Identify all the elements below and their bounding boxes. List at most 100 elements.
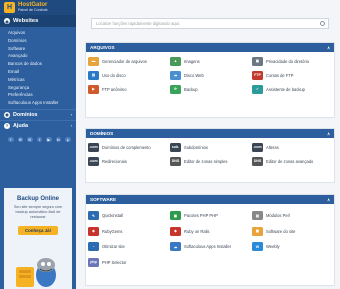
facebook-icon[interactable]: f — [8, 136, 14, 143]
tool-label: Privacidade do diretório — [266, 58, 310, 64]
pinterest-icon[interactable]: p — [65, 136, 71, 143]
tool-link[interactable]: .com Alteras — [252, 140, 334, 154]
sidebar-item-preferencias[interactable]: Preferências — [8, 91, 76, 99]
tool-icon: ▲ — [170, 56, 181, 66]
panel-header[interactable]: SOFTWARE ∧ — [86, 195, 334, 204]
tool-link[interactable]: ▲ Imagens — [170, 54, 252, 68]
sidebar-item-bancos[interactable]: Bancos de dados — [8, 60, 76, 68]
sidebar-section-dominios[interactable]: ◉ Domínios › — [0, 108, 76, 120]
panel-grid: ▬ Gerenciador de arquivos ▲ Imagens ▣ Privaci… — [86, 52, 334, 96]
tool-link[interactable]: php PHP Selector — [88, 255, 170, 271]
tool-label: Backup — [184, 86, 198, 92]
tool-link[interactable]: FTP Contas de FTP — [252, 68, 334, 82]
promo-button[interactable]: Conheça Já! — [17, 226, 59, 235]
tool-link[interactable]: ✎ Quickinstall — [88, 208, 170, 224]
panel-grid: ✎ Quickinstall ▣ Pacotes PHP PHP ▤ Módulos Pe… — [86, 204, 334, 270]
tool-icon: .com — [252, 142, 263, 152]
backup-promo: Backup Online Seu site sempre seguro com… — [4, 188, 72, 289]
panel-arquivos: ARQUIVOS ∧ ▬ Gerenciador de arquivos ▲ Imag… — [85, 42, 335, 118]
tool-icon: ☁ — [170, 242, 181, 252]
tool-icon: ▦ — [252, 226, 263, 236]
tool-icon: FTP — [252, 70, 263, 80]
sidebar-item-softaculous[interactable]: Softaculous Apps Installer — [8, 99, 76, 107]
websites-menu: Arquivos Domínios Software Avançado Banc… — [0, 27, 76, 109]
globe-icon: ◉ — [4, 111, 10, 118]
tool-link[interactable]: .com Redirecionais — [88, 154, 170, 168]
sidebar-item-arquivos[interactable]: Arquivos — [8, 29, 76, 37]
tool-icon: ◆ — [170, 226, 181, 236]
search-icon — [320, 21, 325, 26]
tool-link[interactable]: ▬ Gerenciador de arquivos — [88, 54, 170, 68]
tool-label: Softaculous Apps Installer — [184, 244, 232, 250]
sidebar-item-email[interactable]: Email — [8, 68, 76, 76]
tool-label: Editor de zonas simples — [184, 158, 228, 164]
tool-label: Ruby on Rails — [184, 228, 210, 234]
sidebar-item-avancado[interactable]: Avançado — [8, 52, 76, 60]
mail-icon[interactable]: ✉ — [17, 136, 23, 143]
tool-link[interactable]: sub. Subdomínios — [170, 140, 252, 154]
sidebar-item-software[interactable]: Software — [8, 45, 76, 53]
tool-link[interactable]: ▣ Pacotes PHP PHP — [170, 208, 252, 224]
tool-icon: ▶ — [88, 84, 99, 94]
tool-link[interactable]: ◔ Otimizar site — [88, 239, 170, 255]
mail-icon[interactable]: ✉ — [27, 136, 33, 143]
tool-link[interactable]: W Weebly — [252, 239, 334, 255]
tool-link[interactable]: ☁ Softaculous Apps Installer — [170, 239, 252, 255]
panel-dominios: DOMÍNIOS ∧ .com Domínios de complemento su… — [85, 128, 335, 183]
promo-text: Seu site sempre seguro com backup automá… — [13, 205, 63, 219]
sidebar-item-metricas[interactable]: Métricas — [8, 76, 76, 84]
tool-icon: ✎ — [88, 211, 99, 221]
tool-label: Imagens — [184, 58, 200, 64]
tool-label: Editor de zonas avançado — [266, 158, 314, 164]
tool-link[interactable]: ▣ Privacidade do diretório — [252, 54, 334, 68]
panel-header[interactable]: DOMÍNIOS ∧ — [86, 129, 334, 138]
sidebar-item-dominios[interactable]: Domínios — [8, 37, 76, 45]
linkedin-icon[interactable]: in — [55, 136, 61, 143]
tool-icon: ▣ — [170, 211, 181, 221]
tool-link[interactable]: ◆ Ruby on Rails — [170, 224, 252, 240]
sidebar-item-seguranca[interactable]: Segurança — [8, 84, 76, 92]
tool-label: PHP Selector — [102, 259, 127, 265]
tool-icon: ▬ — [88, 56, 99, 66]
tool-link[interactable]: ◆ RubyGems — [88, 224, 170, 240]
twitter-icon[interactable]: t — [36, 136, 42, 143]
brand[interactable]: H HostGator Painel de Controle — [0, 0, 76, 15]
tool-label: Gerenciador de arquivos — [102, 58, 147, 64]
tool-link[interactable]: ▤ Módulos Perl — [252, 208, 334, 224]
chevron-up-icon: ∧ — [327, 197, 330, 202]
tool-link[interactable]: ▦ Software do site — [252, 224, 334, 240]
chevron-up-icon: ∧ — [327, 131, 330, 136]
tool-icon: W — [252, 242, 263, 252]
tool-link[interactable]: DNS Editor de zonas simples — [170, 154, 252, 168]
sidebar-section-ajuda[interactable]: ? Ajuda › — [0, 119, 76, 131]
tool-link[interactable]: .com Domínios de complemento — [88, 140, 170, 154]
tool-icon: sub. — [170, 142, 181, 152]
tool-label: Weebly — [266, 244, 280, 250]
main-content: Localize funções rapidamente digitando a… — [76, 0, 340, 289]
panel-title: ARQUIVOS — [90, 45, 115, 50]
chevron-right-icon: › — [70, 112, 72, 118]
tool-link[interactable]: ✓ Assistente de backup — [252, 82, 334, 96]
tool-link[interactable]: DNS Editor de zonas avançado — [252, 154, 334, 168]
tool-link[interactable]: ▶ FTP anônimo — [88, 82, 170, 96]
panel-header[interactable]: ARQUIVOS ∧ — [86, 43, 334, 52]
sidebar-section-title: Domínios — [13, 111, 38, 118]
search-input[interactable]: Localize funções rapidamente digitando a… — [91, 18, 329, 29]
tool-icon: DNS — [170, 156, 181, 166]
tool-label: FTP anônimo — [102, 86, 127, 92]
tool-label: Domínios de complemento — [102, 144, 151, 150]
panel-title: DOMÍNIOS — [90, 131, 114, 136]
sidebar-section-websites[interactable]: ◉ Websites — [0, 15, 76, 27]
tool-link[interactable]: ▥ Uso do disco — [88, 68, 170, 82]
tool-label: RubyGems — [102, 228, 123, 234]
tool-icon: .com — [88, 156, 99, 166]
tool-label: Software do site — [266, 228, 296, 234]
chevron-right-icon: › — [70, 123, 72, 129]
youtube-icon[interactable]: ▶ — [46, 136, 52, 143]
tool-link[interactable]: ☁ Disco Web — [170, 68, 252, 82]
brand-subtitle: Painel de Controle — [18, 7, 48, 12]
tool-link[interactable]: ⟳ Backup — [170, 82, 252, 96]
tool-icon: ◔ — [88, 242, 99, 252]
tool-icon: ▣ — [252, 56, 263, 66]
tool-icon: ▥ — [88, 70, 99, 80]
